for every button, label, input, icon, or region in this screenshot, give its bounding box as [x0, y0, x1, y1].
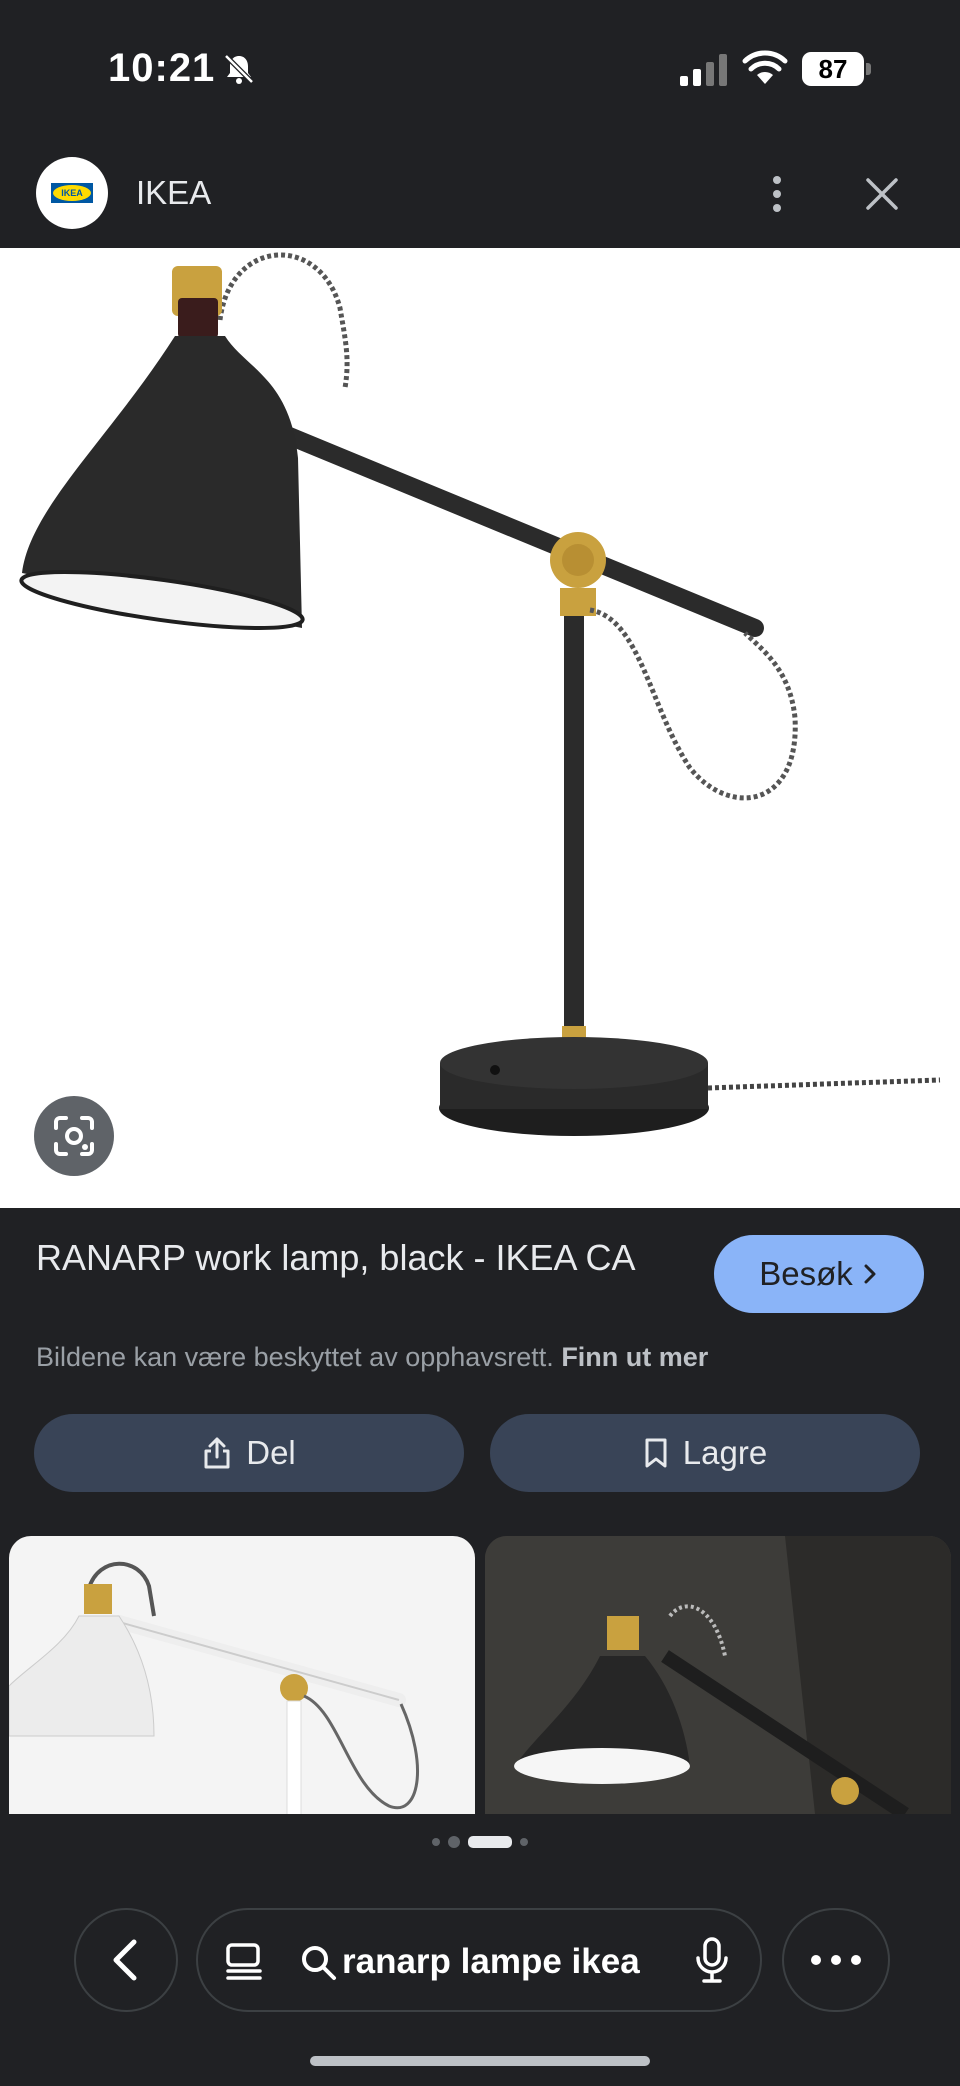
copyright-text: Bildene kan være beskyttet av opphavsret… — [36, 1342, 554, 1372]
visit-label: Besøk — [759, 1255, 853, 1292]
status-bar: 10:21 87 — [0, 0, 960, 140]
logo-text: IKEA — [53, 185, 91, 201]
carousel-indicator — [0, 1832, 960, 1852]
battery-level: 87 — [802, 52, 864, 86]
related-image[interactable] — [9, 1536, 475, 1814]
bottom-toolbar: ranarp lampe ikea — [0, 1900, 960, 2020]
product-image[interactable] — [0, 248, 960, 1208]
battery-icon: 87 — [802, 52, 872, 86]
chevron-right-icon — [864, 1264, 876, 1284]
lens-icon — [54, 1116, 94, 1156]
close-icon[interactable] — [862, 174, 902, 214]
ikea-logo[interactable]: IKEA — [36, 157, 108, 229]
carousel-dot — [432, 1838, 440, 1846]
white-lamp-thumbnail — [9, 1561, 419, 1814]
share-label: Del — [246, 1434, 296, 1471]
related-images — [0, 1536, 960, 1816]
carousel-dot — [520, 1838, 528, 1846]
back-button[interactable] — [74, 1908, 178, 2012]
carousel-dot — [448, 1836, 460, 1848]
site-name[interactable]: IKEA — [136, 174, 211, 212]
chevron-left-icon — [113, 1939, 137, 1981]
bell-slash-icon — [224, 54, 254, 84]
share-button[interactable]: Del — [34, 1414, 464, 1492]
more-horiz-icon[interactable] — [782, 1908, 890, 2012]
bookmark-icon — [645, 1438, 667, 1468]
result-info: RANARP work lamp, black - IKEA CA Besøk … — [0, 1208, 960, 1538]
wifi-icon — [742, 50, 788, 84]
save-label: Lagre — [682, 1434, 768, 1471]
search-bar[interactable]: ranarp lampe ikea — [196, 1908, 762, 2012]
learn-more-link[interactable]: Finn ut mer — [561, 1342, 708, 1372]
signal-icon — [680, 54, 727, 86]
search-query[interactable]: ranarp lampe ikea — [342, 1942, 640, 1982]
microphone-icon[interactable] — [694, 1936, 730, 1986]
save-button[interactable]: Lagre — [490, 1414, 920, 1492]
tabs-icon — [226, 1943, 262, 1980]
black-lamp-thumbnail — [485, 1536, 951, 1814]
search-icon — [302, 1946, 336, 1980]
lamp-illustration — [19, 252, 941, 1136]
copyright-notice: Bildene kan være beskyttet av opphavsret… — [36, 1342, 708, 1373]
page-title[interactable]: RANARP work lamp, black - IKEA CA — [36, 1234, 676, 1282]
visit-button[interactable]: Besøk — [714, 1235, 924, 1313]
result-header: IKEA IKEA — [0, 140, 960, 248]
carousel-dot-active — [468, 1836, 512, 1848]
more-vert-icon[interactable] — [762, 170, 792, 218]
related-image[interactable] — [485, 1536, 951, 1814]
google-lens-button[interactable] — [34, 1096, 114, 1176]
status-time: 10:21 — [108, 46, 216, 90]
share-icon — [204, 1437, 230, 1469]
home-indicator[interactable] — [310, 2056, 650, 2066]
